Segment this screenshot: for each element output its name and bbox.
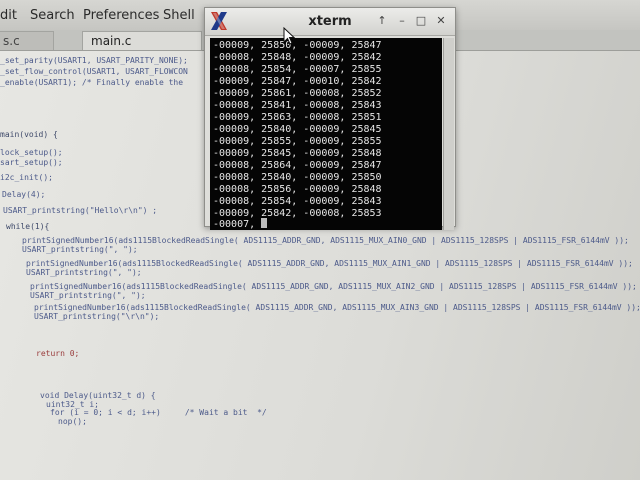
- code-line: printSignedNumber16(ads1115BlockedReadSi…: [22, 236, 629, 245]
- terminal-line: -00008, 25840, -00009, 25850: [213, 172, 382, 183]
- terminal-line: -00008, 25841, -00008, 25843: [213, 100, 382, 111]
- terminal-line: -00009, 25845, -00009, 25848: [213, 148, 382, 159]
- menu-preferences[interactable]: Preferences: [83, 8, 159, 23]
- terminal-scrollbar[interactable]: [443, 38, 454, 230]
- minimize-icon[interactable]: –: [395, 14, 409, 28]
- terminal-line: -00008, 25856, -00009, 25848: [213, 184, 382, 195]
- code-line: lock_setup();: [0, 148, 63, 157]
- code-line: sart_setup();: [0, 158, 63, 167]
- code-line: i2c_init();: [0, 173, 53, 182]
- code-line: for (i = 0; i < d; i++) /* Wait a bit */: [50, 408, 267, 417]
- terminal-line: -00008, 25864, -00009, 25847: [213, 160, 382, 171]
- tab-s-c[interactable]: s.c: [0, 31, 54, 50]
- code-line: Delay(4);: [2, 190, 46, 199]
- code-line: USART_printstring(", ");: [26, 268, 142, 277]
- code-line: USART_printstring("Hello\r\n") ;: [3, 206, 158, 215]
- menu-shell[interactable]: Shell: [163, 8, 195, 23]
- code-line: return 0;: [36, 349, 80, 358]
- terminal-line: -00009, 25863, -00008, 25851: [213, 112, 382, 123]
- tab-main-c[interactable]: main.c: [82, 31, 202, 50]
- terminal-line: -00009, 25861, -00008, 25852: [213, 88, 382, 99]
- code-line: while(1){: [6, 222, 50, 231]
- code-line: _set_parity(USART1, USART_PARITY_NONE);: [0, 56, 188, 65]
- mouse-pointer-icon: [283, 27, 295, 45]
- terminal-line: -00009, 25847, -00010, 25842: [213, 76, 382, 87]
- code-line: USART_printstring(", ");: [22, 245, 138, 254]
- tab-label: main.c: [91, 34, 132, 48]
- close-icon[interactable]: ✕: [434, 14, 448, 28]
- xterm-titlebar[interactable]: xterm ↑ – □ ✕: [205, 8, 455, 36]
- terminal-line: -00009, 25840, -00009, 25845: [213, 124, 382, 135]
- keep-above-icon[interactable]: ↑: [375, 14, 389, 28]
- terminal-line: -00008, 25854, -00009, 25843: [213, 196, 382, 207]
- terminal-cursor: [261, 218, 268, 228]
- menu-edit[interactable]: dit: [0, 8, 17, 23]
- maximize-icon[interactable]: □: [414, 14, 428, 28]
- code-line: nop();: [58, 417, 87, 426]
- code-line: _enable(USART1); /* Finally enable the: [0, 78, 184, 87]
- code-line: _set_flow_control(USART1, USART_FLOWCON: [0, 67, 188, 76]
- code-line: printSignedNumber16(ads1115BlockedReadSi…: [26, 259, 633, 268]
- terminal-prompt-line: -00007,: [213, 218, 268, 230]
- terminal-line: -00008, 25848, -00009, 25842: [213, 52, 382, 63]
- terminal-line: -00009, 25855, -00009, 25855: [213, 136, 382, 147]
- code-line: void Delay(uint32_t d) {: [40, 391, 156, 400]
- tab-label: s.c: [3, 34, 20, 48]
- terminal-line: -00008, 25854, -00007, 25855: [213, 64, 382, 75]
- code-line: USART_printstring(", ");: [30, 291, 146, 300]
- code-line: main(void) {: [0, 130, 58, 139]
- code-line: USART_printstring("\r\n");: [34, 312, 160, 321]
- xterm-window[interactable]: xterm ↑ – □ ✕ -00009, 25850, -00009, 258…: [204, 7, 456, 230]
- code-line: printSignedNumber16(ads1115BlockedReadSi…: [34, 303, 640, 312]
- terminal-screen[interactable]: -00009, 25850, -00009, 25847 -00008, 258…: [210, 38, 442, 230]
- terminal-partial-output: -00007,: [213, 219, 262, 230]
- terminal-line: -00009, 25850, -00009, 25847: [213, 40, 382, 51]
- code-line: printSignedNumber16(ads1115BlockedReadSi…: [30, 282, 637, 291]
- menu-search[interactable]: Search: [30, 8, 75, 23]
